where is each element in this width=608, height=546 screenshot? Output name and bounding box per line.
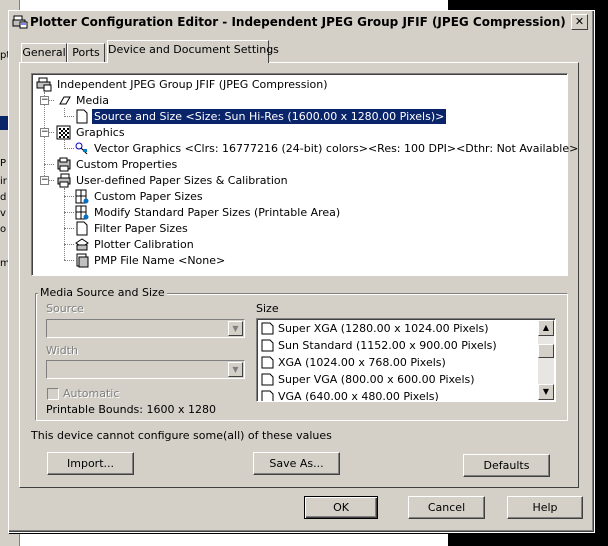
vector-graphics-icon (75, 142, 88, 155)
paper-size-icon (75, 189, 89, 204)
automatic-checkbox[interactable] (47, 388, 59, 400)
page-icon (261, 339, 274, 352)
page-icon (261, 356, 274, 369)
group-title: Media Source and Size (38, 286, 167, 299)
tree-label: Source and Size <Size: Sun Hi-Res (1600.… (90, 108, 448, 125)
plotter-icon (36, 77, 52, 92)
dialog-title: Plotter Configuration Editor - Independe… (30, 15, 566, 29)
close-button[interactable]: ✕ (571, 14, 588, 30)
settings-tree[interactable]: Independent JPEG Group JFIF (JPEG Compre… (31, 73, 578, 276)
plotter-app-icon (12, 15, 28, 29)
width-label: Width (46, 344, 78, 357)
tab-ports[interactable]: Ports (67, 43, 105, 63)
page-icon (261, 322, 274, 335)
automatic-label: Automatic (63, 387, 120, 400)
ok-button[interactable]: OK (304, 496, 378, 519)
tree-label: Plotter Calibration (94, 238, 194, 251)
import-button[interactable]: Import... (47, 452, 134, 475)
tree-label: Graphics (76, 126, 125, 139)
background-text: v (0, 208, 6, 219)
paper-size-icon (75, 205, 89, 220)
width-dropdown[interactable]: ▼ (46, 360, 245, 379)
chevron-down-icon: ▼ (228, 321, 243, 336)
source-dropdown[interactable]: ▼ (46, 319, 245, 338)
scroll-up-icon[interactable]: ▲ (538, 320, 554, 336)
chevron-down-icon: ▼ (228, 362, 243, 377)
tree-label: PMP File Name <None> (94, 254, 226, 267)
size-list-scrollbar[interactable]: ▲ ▼ (538, 320, 554, 400)
save-as-button[interactable]: Save As... (253, 452, 340, 475)
size-label: Size (256, 302, 279, 315)
tab-device-document-settings[interactable]: Device and Document Settings (107, 40, 279, 63)
background-text: P (0, 158, 7, 169)
background-text: o (0, 224, 7, 235)
source-label: Source (46, 302, 84, 315)
tree-label: Custom Properties (76, 158, 178, 171)
tree-label: User-defined Paper Sizes & Calibration (76, 174, 288, 187)
tree-label: Vector Graphics <Clrs: 16777216 (24-bit)… (94, 142, 579, 155)
collapse-icon[interactable]: − (40, 176, 49, 185)
scroll-thumb[interactable] (538, 344, 554, 358)
cancel-button[interactable]: Cancel (408, 496, 485, 519)
scroll-down-icon[interactable]: ▼ (538, 384, 554, 400)
background-text: ir (0, 176, 7, 187)
paper-stack-icon (57, 173, 71, 188)
collapse-icon[interactable]: − (40, 128, 49, 137)
page-icon (76, 109, 88, 124)
collapse-icon[interactable]: − (40, 96, 49, 105)
size-listbox[interactable]: Super XGA (1280.00 x 1024.00 Pixels) Sun… (256, 318, 556, 402)
calibration-icon (75, 238, 89, 251)
graphics-icon (56, 125, 71, 140)
background-text: d (0, 192, 7, 203)
tree-label: Independent JPEG Group JFIF (JPEG Compre… (57, 78, 328, 91)
page-icon (261, 390, 274, 401)
defaults-button[interactable]: Defaults (463, 454, 550, 477)
tree-label: Filter Paper Sizes (94, 222, 188, 235)
file-icon (76, 253, 89, 268)
device-message: This device cannot configure some(all) o… (31, 429, 332, 442)
page-icon (261, 373, 274, 386)
page-icon (76, 221, 88, 236)
tree-label: Media (76, 94, 110, 107)
properties-icon (57, 157, 71, 172)
tree-label: Custom Paper Sizes (94, 190, 203, 203)
tab-general[interactable]: General (21, 43, 67, 63)
tree-label: Modify Standard Paper Sizes (Printable A… (94, 206, 341, 219)
media-icon (59, 96, 71, 105)
help-button[interactable]: Help (507, 496, 583, 519)
printable-bounds: Printable Bounds: 1600 x 1280 (46, 403, 216, 416)
